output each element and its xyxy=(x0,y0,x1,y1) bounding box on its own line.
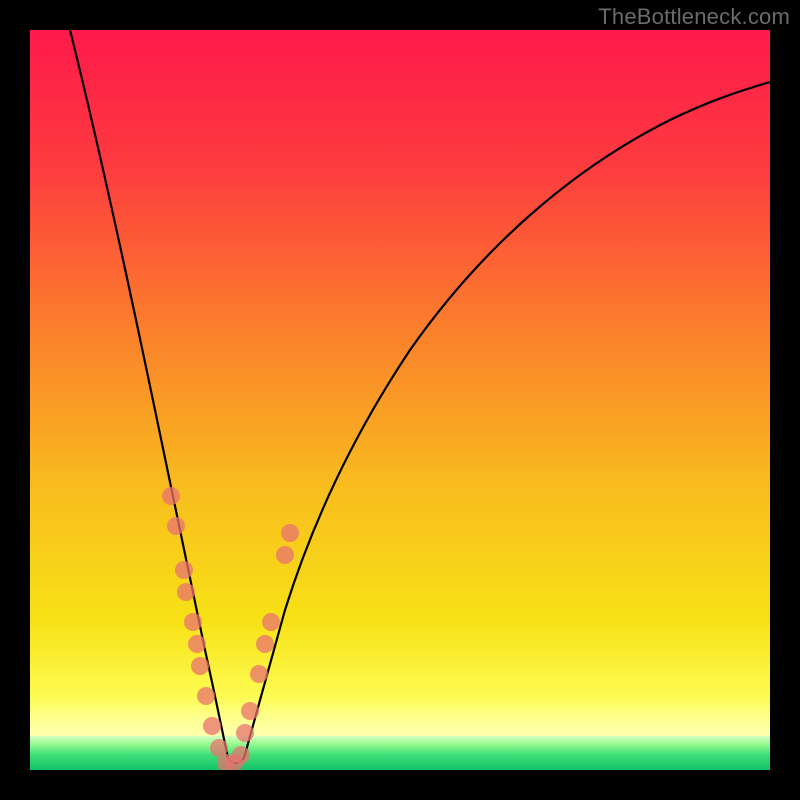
watermark-text: TheBottleneck.com xyxy=(598,4,790,30)
plot-frame xyxy=(30,30,770,770)
bottleneck-curve xyxy=(30,30,770,770)
curve-right-branch xyxy=(244,82,770,758)
marker-cluster xyxy=(162,487,299,770)
